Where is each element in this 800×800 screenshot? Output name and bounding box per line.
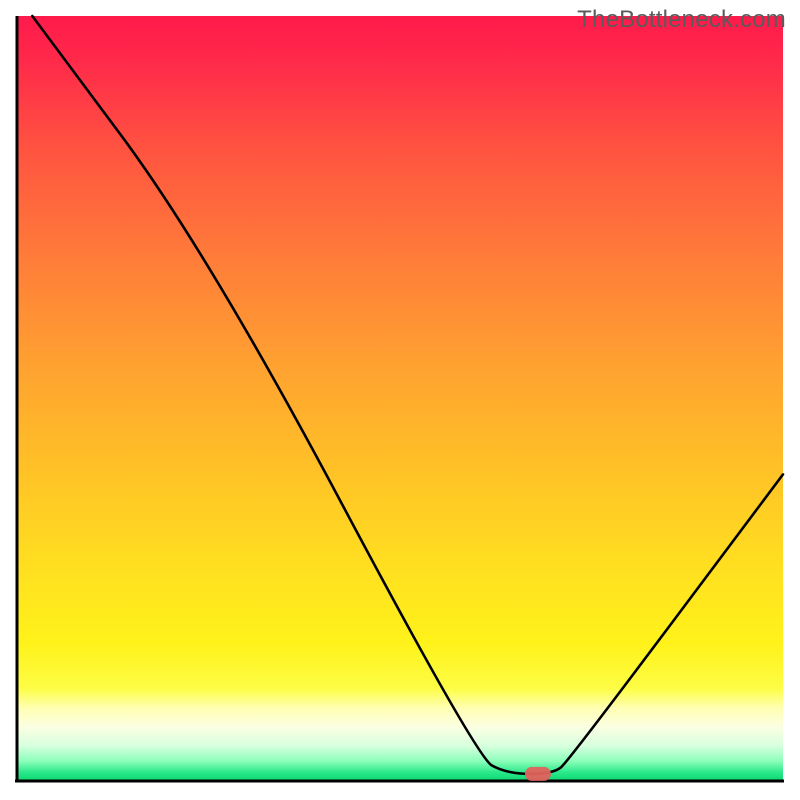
plot-background	[17, 16, 783, 780]
chart-frame: TheBottleneck.com	[0, 0, 800, 800]
optimal-marker	[525, 767, 551, 781]
bottleneck-chart	[0, 0, 800, 800]
